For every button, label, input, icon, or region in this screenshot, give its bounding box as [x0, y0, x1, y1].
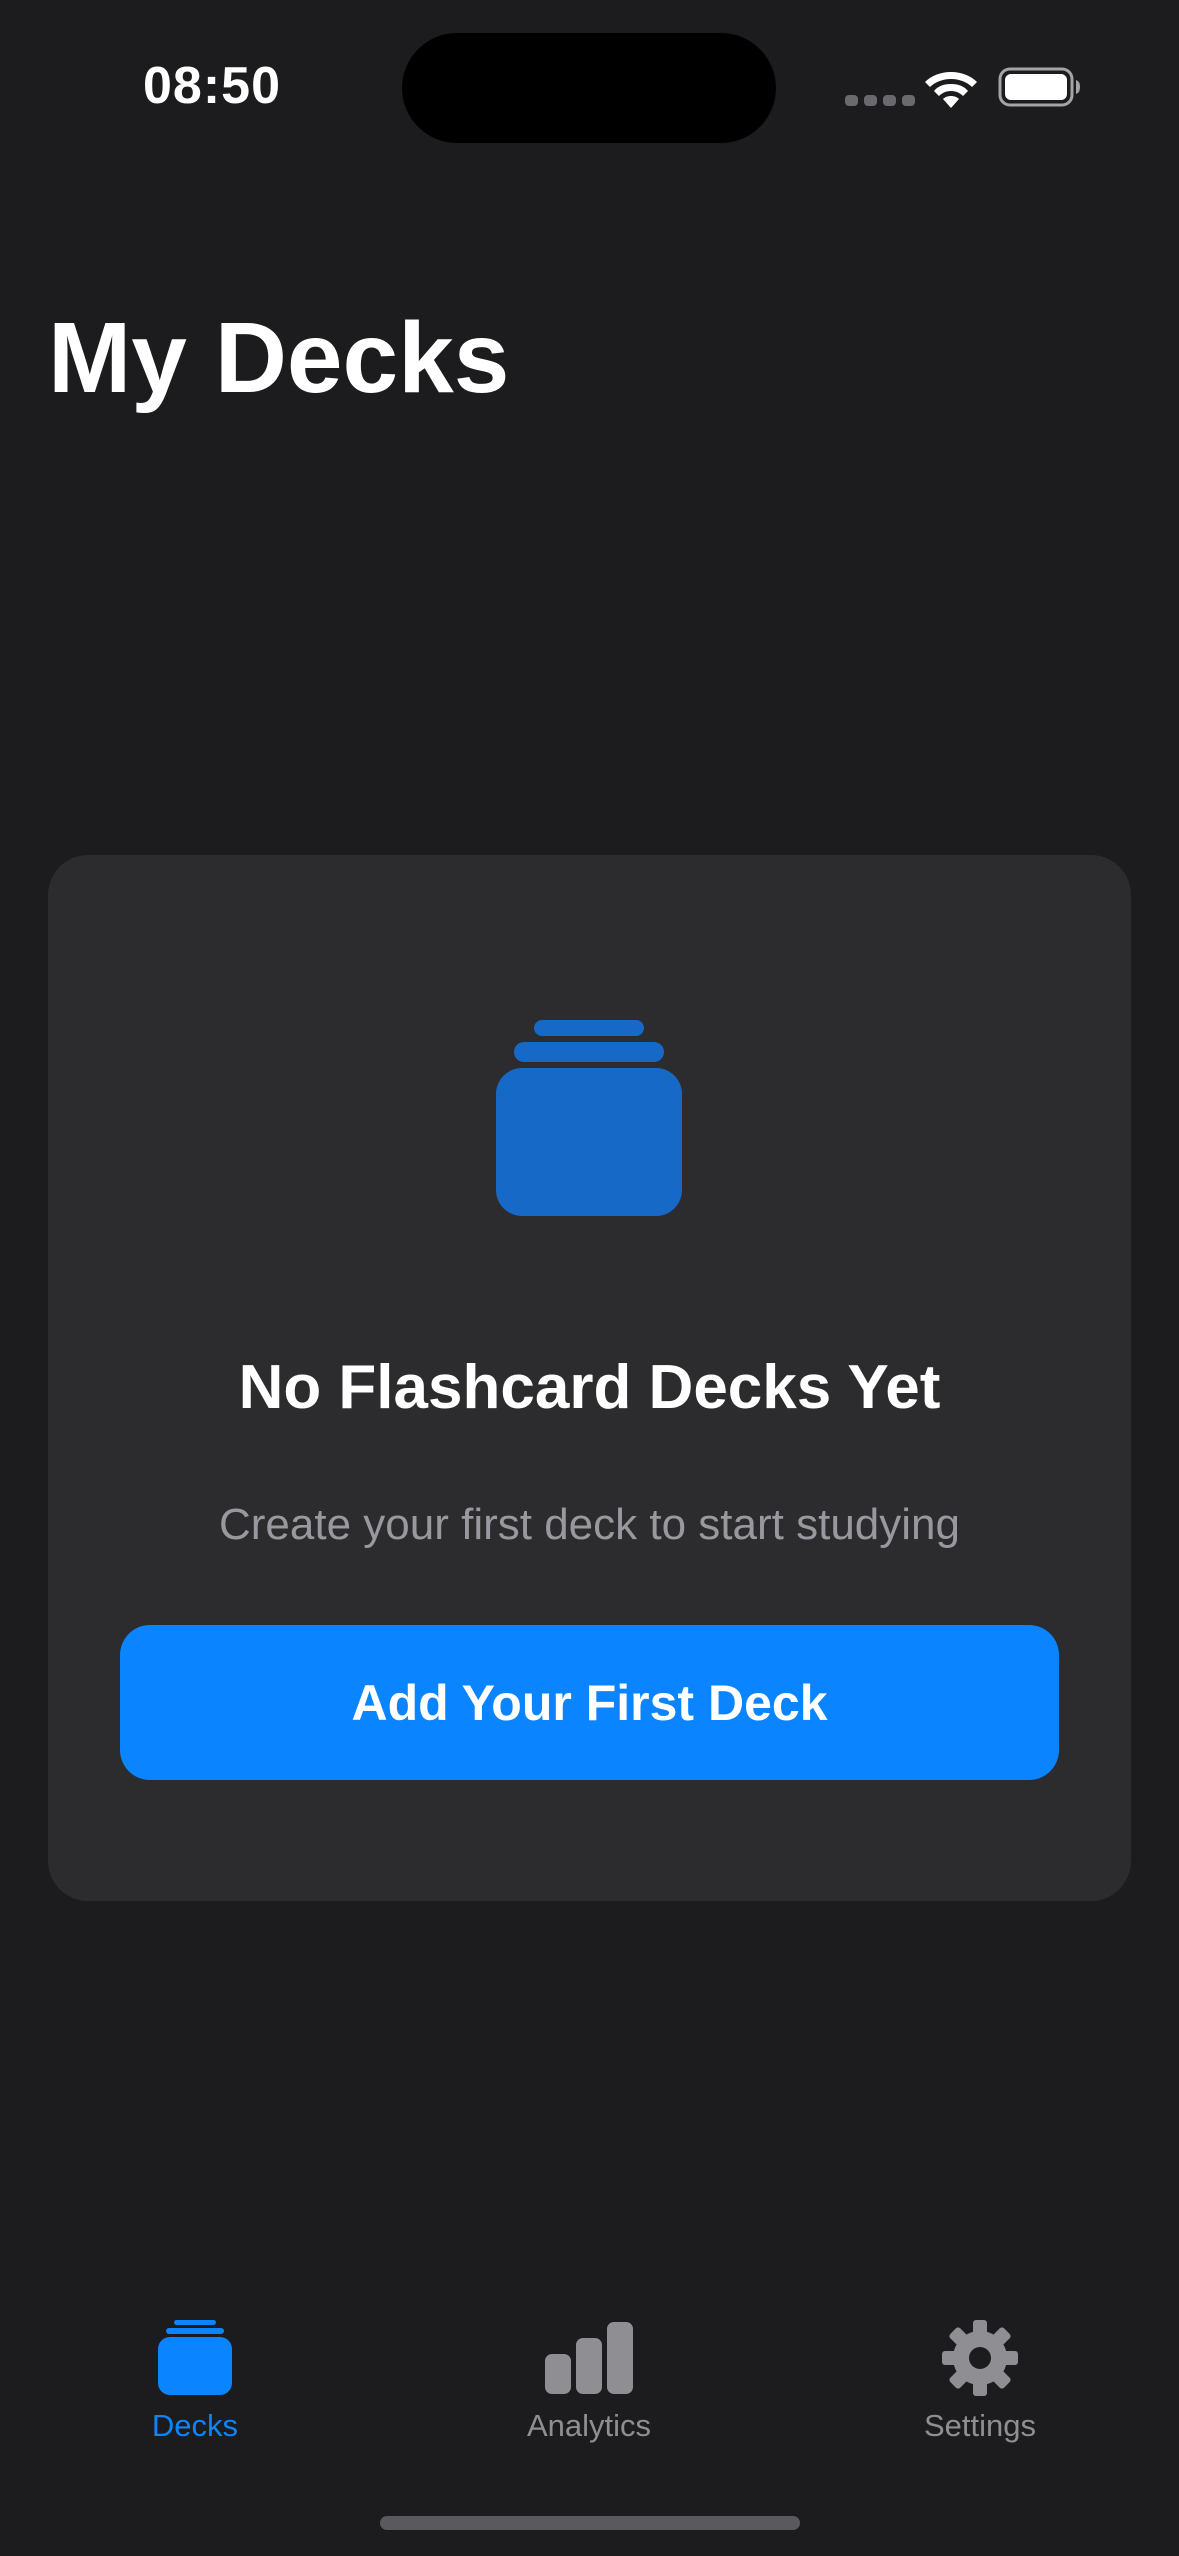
tab-label-decks: Decks — [151, 2408, 239, 2443]
gear-icon — [942, 2320, 1018, 2396]
battery-icon — [998, 67, 1080, 107]
cellular-signal-icon — [845, 95, 915, 106]
tab-decks[interactable]: Decks — [65, 2318, 325, 2458]
wifi-icon — [925, 72, 977, 108]
flashcard-stack-icon — [496, 1020, 682, 1216]
empty-state-subtitle: Create your first deck to start studying — [219, 1500, 960, 1549]
status-time: 08:50 — [143, 57, 281, 115]
tab-label-analytics: Analytics — [526, 2408, 652, 2443]
add-first-deck-button[interactable]: Add Your First Deck — [120, 1625, 1059, 1780]
tab-label-settings: Settings — [923, 2408, 1036, 2443]
flashcard-stack-icon — [158, 2320, 232, 2395]
home-indicator[interactable] — [380, 2516, 800, 2530]
empty-state-title: No Flashcard Decks Yet — [238, 1353, 941, 1422]
page-title: My Decks — [48, 302, 510, 414]
dynamic-island — [402, 33, 776, 143]
tab-settings[interactable]: Settings — [850, 2318, 1110, 2458]
bar-chart-icon — [545, 2322, 633, 2394]
tab-analytics[interactable]: Analytics — [459, 2318, 719, 2458]
